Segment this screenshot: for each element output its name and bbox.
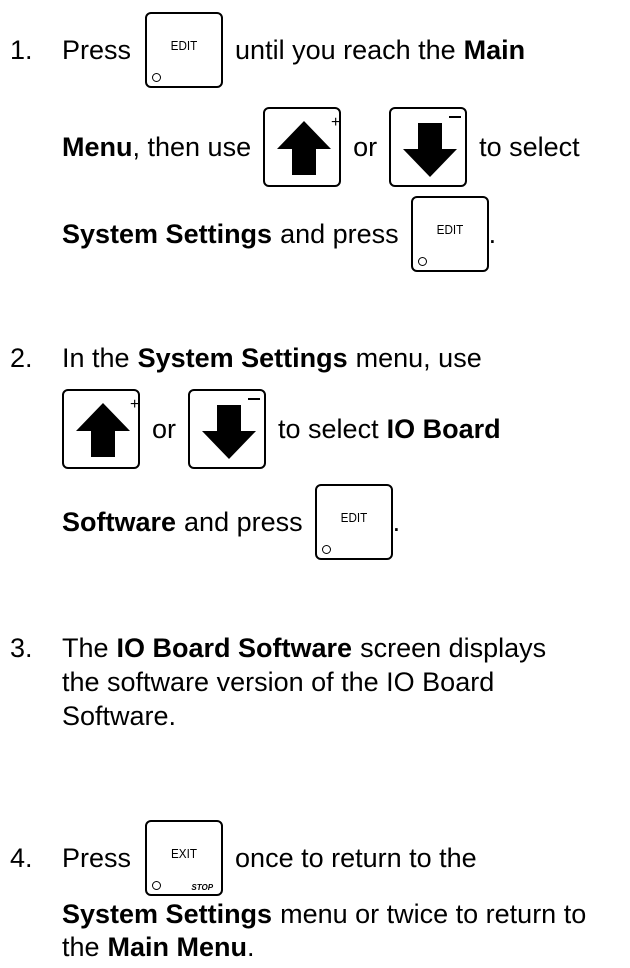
step-number: 3. xyxy=(10,632,33,663)
step1-line3: System Settings and press EDIT . xyxy=(0,194,496,274)
step4-line3: the Main Menu . xyxy=(62,931,255,962)
up-arrow-key-icon: + xyxy=(263,107,342,187)
step1-line1: 1. Press EDIT until you reach the Main xyxy=(0,10,525,90)
step3-line2: the software version of the IO Board xyxy=(62,666,495,697)
step4-line2: System Settings menu or twice to return … xyxy=(62,898,587,929)
step-number: 1. xyxy=(10,34,33,65)
step1-line2: Menu , then use + or to select xyxy=(0,105,580,189)
step-number: 4. xyxy=(10,842,33,873)
step2-line1: 2. In the System Settings menu, use xyxy=(10,342,482,373)
step2-line3: Software and press EDIT . xyxy=(0,482,400,562)
down-arrow-key-icon xyxy=(188,389,267,469)
svg-text:+: + xyxy=(130,396,139,413)
step3-line3: Software. xyxy=(62,700,177,731)
down-arrow-key-icon xyxy=(389,107,468,187)
up-arrow-key-icon: + xyxy=(62,389,140,469)
edit-key-icon: EDIT xyxy=(410,196,489,272)
step2-line2: + or to select IO Board xyxy=(0,387,501,471)
step3-line1: 3. The IO Board Software screen displays xyxy=(10,632,547,663)
edit-key-icon: EDIT xyxy=(145,12,224,88)
svg-text:+: + xyxy=(331,114,340,131)
step4-line1: 4. Press EXIT STOP once to return to the xyxy=(0,818,477,898)
edit-key-icon: EDIT xyxy=(314,484,393,560)
exit-stop-key-icon: EXIT STOP xyxy=(145,820,224,896)
step-number: 2. xyxy=(10,342,33,373)
